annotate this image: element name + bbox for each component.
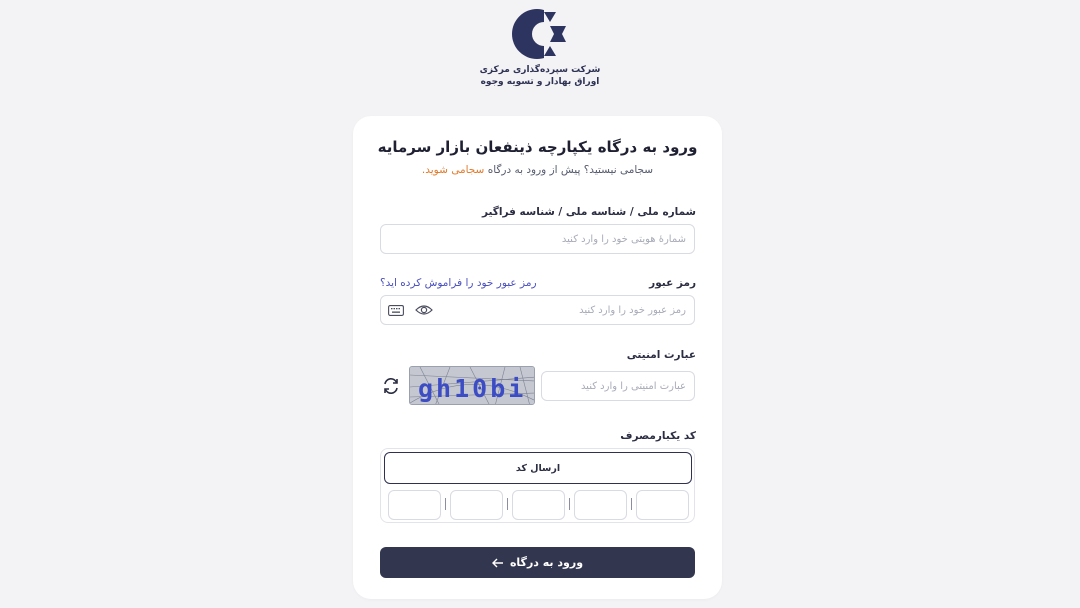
logo-text: شرکت سپرده‌گذاری مرکزی اوراق بهادار و تس…: [470, 64, 610, 88]
send-code-button[interactable]: ارسال کد: [384, 452, 692, 484]
arrow-left-icon: [491, 558, 503, 567]
otp-separator: [569, 498, 570, 510]
signup-hint: سجامی نیستید؟ پیش از ورود به درگاه سجامی…: [353, 164, 722, 176]
otp-digit-1[interactable]: [636, 490, 689, 520]
keyboard-icon[interactable]: [386, 302, 406, 318]
captcha-input[interactable]: [541, 371, 695, 401]
identity-input[interactable]: [380, 224, 695, 254]
otp-digit-3[interactable]: [512, 490, 565, 520]
identity-label: شماره ملی / شناسه ملی / شناسه فراگیر: [481, 206, 696, 218]
eye-icon[interactable]: [413, 301, 435, 319]
login-submit-button[interactable]: ورود به درگاه: [380, 547, 695, 578]
otp-digit-4[interactable]: [450, 490, 503, 520]
login-submit-label: ورود به درگاه: [509, 556, 584, 569]
otp-separator: [445, 498, 446, 510]
otp-label: کد یکبارمصرف: [620, 430, 696, 442]
sejam-signup-link[interactable]: سجامی شوید.: [422, 164, 484, 176]
otp-digit-5[interactable]: [388, 490, 441, 520]
refresh-icon[interactable]: [380, 375, 402, 397]
captcha-label: عبارت امنیتی: [626, 349, 696, 361]
otp-separator: [631, 498, 632, 510]
logo-line-1: شرکت سپرده‌گذاری مرکزی: [479, 65, 601, 75]
login-card: ورود به درگاه یکپارچه ذینفعان بازار سرما…: [353, 116, 722, 599]
page-title: ورود به درگاه یکپارچه ذینفعان بازار سرما…: [377, 138, 698, 156]
captcha-text: gh10bi: [418, 374, 526, 403]
otp-digit-2[interactable]: [574, 490, 627, 520]
company-logo: شرکت سپرده‌گذاری مرکزی اوراق بهادار و تس…: [470, 8, 610, 98]
logo-mark-icon: [512, 8, 570, 60]
signup-hint-text: سجامی نیستید؟ پیش از ورود به درگاه: [484, 164, 654, 176]
forgot-password-link[interactable]: رمز عبور خود را فراموش کرده اید؟: [380, 277, 537, 289]
otp-separator: [507, 498, 508, 510]
password-label: رمز عبور: [649, 277, 696, 289]
logo-line-2: اوراق بهادار و تسویه وجوه: [480, 77, 600, 87]
otp-group: ارسال کد: [380, 448, 695, 523]
captcha-image: gh10bi: [409, 366, 535, 405]
